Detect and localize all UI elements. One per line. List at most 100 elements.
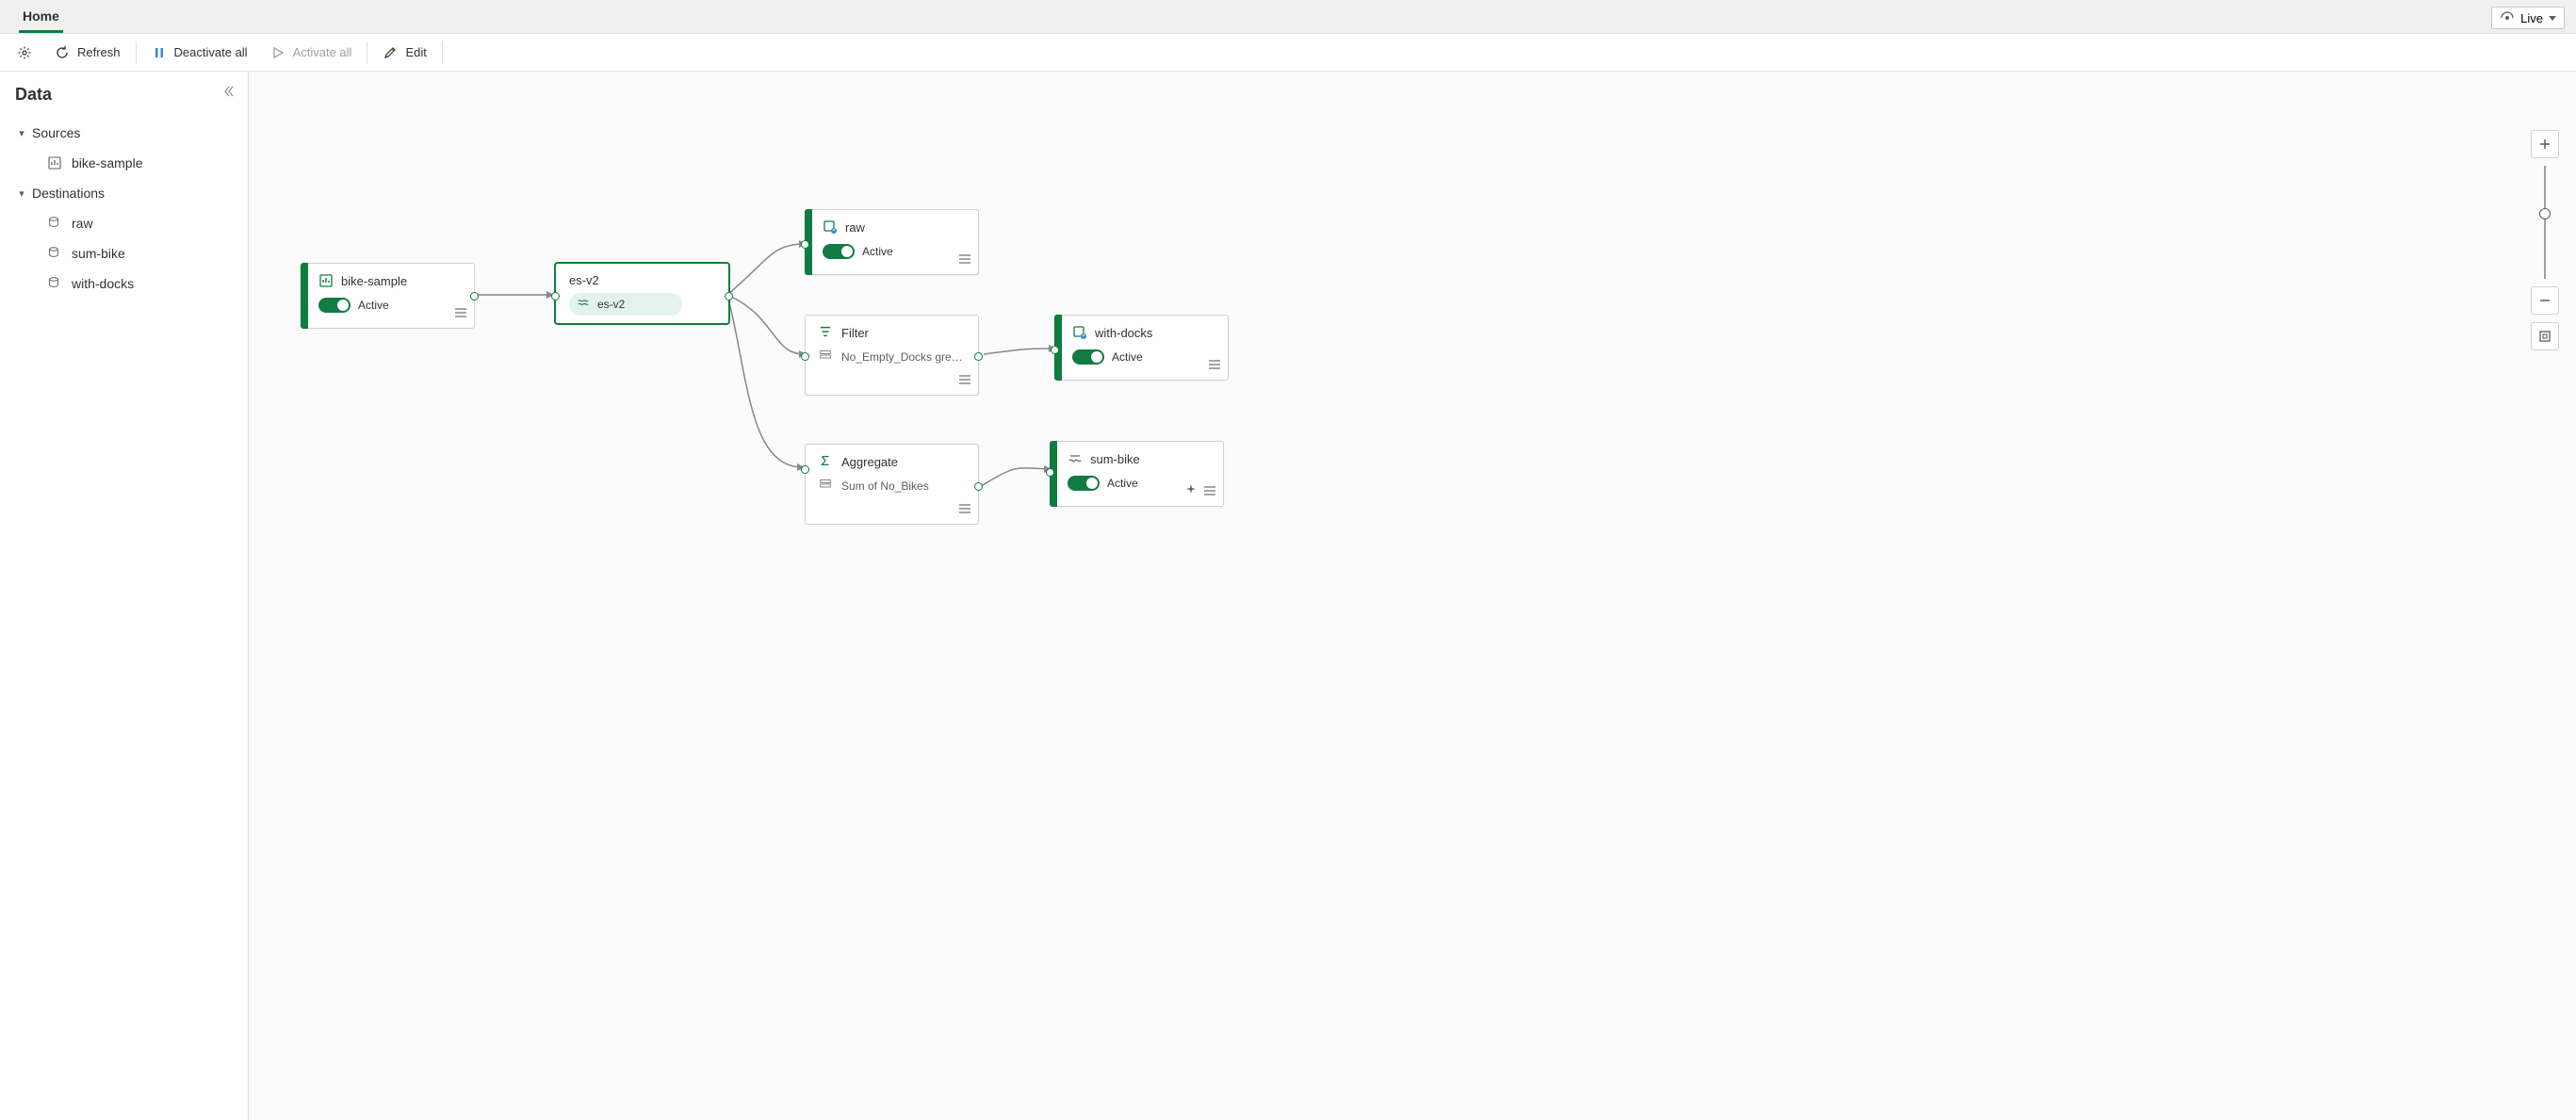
separator — [136, 41, 137, 64]
tree-item-raw[interactable]: raw — [9, 208, 238, 238]
filter-icon — [819, 325, 834, 340]
tab-home[interactable]: Home — [11, 1, 71, 33]
play-icon — [270, 45, 285, 60]
zoom-in-button[interactable] — [2531, 130, 2559, 158]
sidebar-collapse-button[interactable] — [223, 85, 235, 100]
sparkle-icon — [1185, 484, 1197, 498]
refresh-icon — [55, 45, 70, 60]
reorder-handle-icon[interactable] — [959, 502, 970, 516]
field-icon — [819, 349, 834, 365]
chevron-down-icon: ▾ — [17, 127, 26, 139]
settings-button[interactable] — [6, 40, 43, 66]
node-title: es-v2 — [569, 273, 599, 287]
tree-section-sources[interactable]: ▾ Sources — [9, 118, 238, 148]
stream-pill-label: es-v2 — [597, 298, 625, 311]
node-filter[interactable]: Filter No_Empty_Docks greater t... — [805, 315, 979, 396]
output-port[interactable] — [725, 292, 733, 300]
node-active-toggle[interactable] — [823, 244, 855, 259]
source-icon — [47, 155, 62, 170]
tree-section-destinations[interactable]: ▾ Destinations — [9, 178, 238, 208]
reorder-handle-icon[interactable] — [455, 306, 466, 320]
field-icon — [819, 479, 834, 494]
node-active-toggle[interactable] — [1072, 349, 1104, 365]
tree-section-label: Sources — [32, 125, 80, 140]
pause-icon — [152, 45, 167, 60]
node-active-toggle[interactable] — [1068, 476, 1100, 491]
deactivate-all-button[interactable]: Deactivate all — [140, 40, 259, 66]
node-title: sum-bike — [1090, 452, 1140, 466]
activate-all-label: Activate all — [293, 45, 352, 59]
node-bike-sample[interactable]: bike-sample Active — [301, 263, 475, 329]
zoom-fit-button[interactable] — [2531, 322, 2559, 350]
tree-item-label: with-docks — [72, 276, 134, 291]
node-status-label: Active — [1107, 477, 1138, 490]
node-title: raw — [845, 220, 865, 235]
zoom-knob[interactable] — [2539, 208, 2551, 219]
zoom-slider[interactable] — [2544, 166, 2546, 279]
refresh-label: Refresh — [77, 45, 121, 59]
output-port[interactable] — [974, 352, 983, 361]
tree-item-sum-bike[interactable]: sum-bike — [9, 238, 238, 268]
output-port[interactable] — [470, 292, 479, 300]
edit-button[interactable]: Edit — [371, 40, 437, 66]
sigma-icon — [819, 454, 834, 469]
node-raw[interactable]: raw Active — [805, 209, 979, 275]
tree-item-label: sum-bike — [72, 246, 125, 261]
live-icon — [2500, 10, 2515, 25]
destination-icon — [1072, 325, 1087, 340]
node-aggregate[interactable]: Aggregate Sum of No_Bikes — [805, 444, 979, 525]
node-status-stripe — [301, 263, 308, 329]
tree-item-label: bike-sample — [72, 155, 142, 170]
node-status-label: Active — [358, 299, 389, 312]
activate-all-button: Activate all — [259, 40, 364, 66]
deactivate-all-label: Deactivate all — [174, 45, 248, 59]
tree-item-bike-sample[interactable]: bike-sample — [9, 148, 238, 178]
stream-pill[interactable]: es-v2 — [569, 293, 682, 316]
chevron-down-icon: ▾ — [17, 187, 26, 200]
destination-icon — [823, 219, 838, 235]
reorder-handle-icon[interactable] — [959, 252, 970, 267]
gear-icon — [17, 45, 32, 60]
node-status-label: Active — [1112, 350, 1143, 364]
source-icon — [318, 273, 334, 288]
edit-icon — [383, 45, 398, 60]
input-port[interactable] — [801, 240, 809, 249]
input-port[interactable] — [1046, 468, 1054, 477]
tree-item-label: raw — [72, 216, 93, 231]
tab-strip: Home Live — [0, 0, 2576, 34]
live-label: Live — [2520, 11, 2543, 25]
wires — [249, 72, 2576, 1120]
zoom-out-button[interactable] — [2531, 286, 2559, 315]
input-port[interactable] — [801, 352, 809, 361]
node-sum-bike[interactable]: sum-bike Active — [1050, 441, 1224, 507]
node-es-v2[interactable]: es-v2 es-v2 — [555, 263, 729, 324]
canvas[interactable]: bike-sample Active es-v2 es-v2 — [249, 72, 2576, 1120]
node-title: with-docks — [1095, 326, 1152, 340]
input-port[interactable] — [551, 292, 560, 300]
command-bar: Refresh Deactivate all Activate all Edit — [0, 34, 2576, 72]
node-active-toggle[interactable] — [318, 298, 351, 313]
separator — [442, 41, 443, 64]
live-button[interactable]: Live — [2491, 7, 2565, 29]
reorder-handle-icon[interactable] — [1209, 358, 1220, 372]
reorder-handle-icon[interactable] — [959, 373, 970, 387]
input-port[interactable] — [801, 465, 809, 474]
node-status-label: Active — [862, 245, 893, 258]
database-icon — [47, 216, 62, 231]
output-port[interactable] — [974, 482, 983, 491]
refresh-button[interactable]: Refresh — [43, 40, 132, 66]
database-icon — [47, 246, 62, 261]
tree-item-with-docks[interactable]: with-docks — [9, 268, 238, 299]
sidebar-title: Data — [9, 85, 238, 105]
destination-icon — [1068, 451, 1083, 466]
node-detail: No_Empty_Docks greater t... — [841, 350, 964, 364]
zoom-controls — [2531, 130, 2559, 350]
node-title: bike-sample — [341, 274, 407, 288]
node-title: Aggregate — [841, 455, 898, 469]
reorder-handle-icon[interactable] — [1204, 484, 1215, 498]
database-icon — [47, 276, 62, 291]
sidebar: Data ▾ Sources bike-sample ▾ Destination… — [0, 72, 249, 1120]
input-port[interactable] — [1051, 346, 1059, 354]
stream-icon — [577, 297, 592, 312]
node-with-docks[interactable]: with-docks Active — [1054, 315, 1229, 381]
